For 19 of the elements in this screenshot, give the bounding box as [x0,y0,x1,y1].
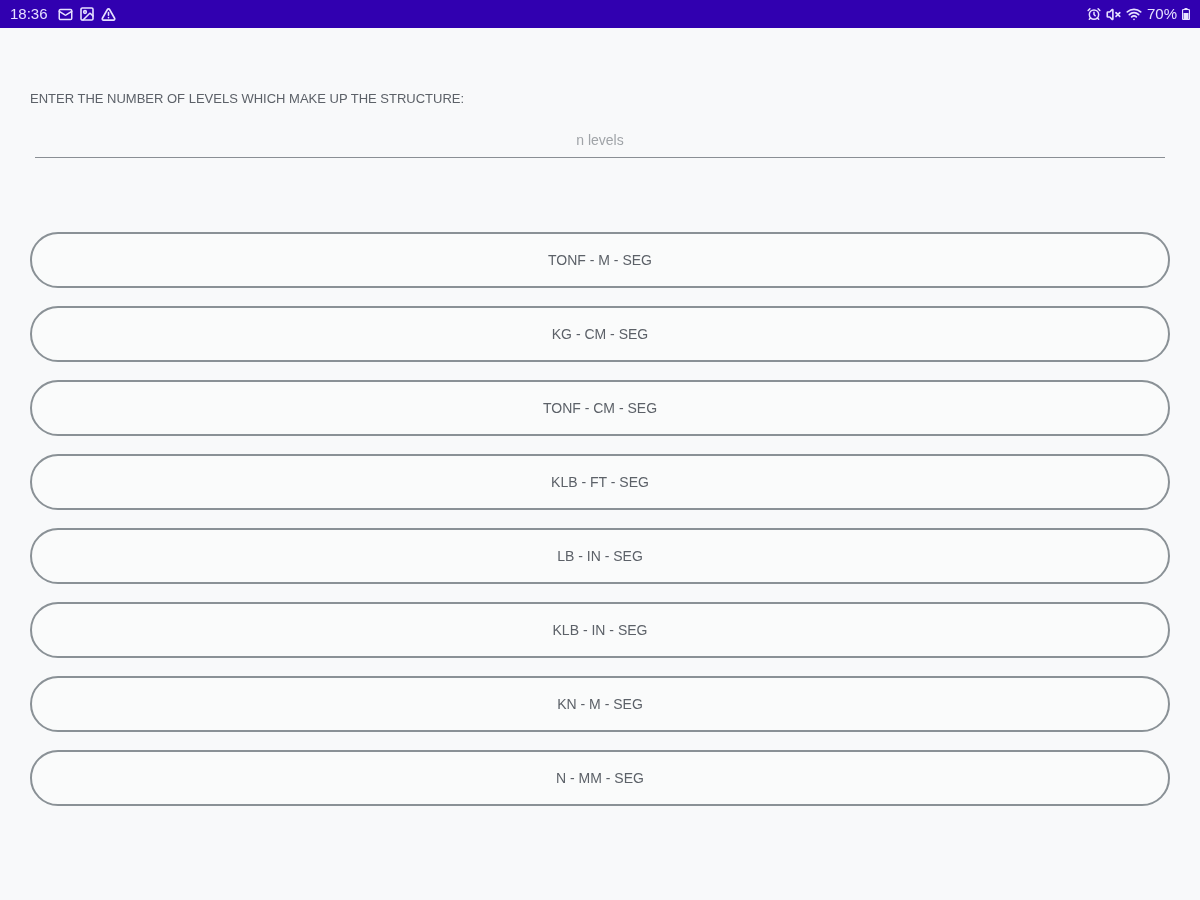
picture-icon [78,6,95,22]
unit-system-button[interactable]: TONF - M - SEG [30,232,1170,288]
unit-system-button[interactable]: KN - M - SEG [30,676,1170,732]
clock-time: 18:36 [10,3,48,24]
battery-percent: 70% [1146,3,1177,24]
unit-system-button[interactable]: KLB - FT - SEG [30,454,1170,510]
mute-icon [1105,6,1121,22]
alarm-icon [1086,7,1101,21]
mail-icon [57,6,73,22]
unit-system-button[interactable]: TONF - CM - SEG [30,380,1170,436]
unit-system-button[interactable]: KG - CM - SEG [30,306,1170,362]
unit-system-button[interactable]: KLB - IN - SEG [30,602,1170,658]
battery-icon [1182,8,1190,20]
levels-prompt: ENTER THE NUMBER OF LEVELS WHICH MAKE UP THE STRUCTURE: [30,91,465,107]
unit-system-button[interactable]: N - MM - SEG [30,750,1170,806]
levels-input-field[interactable]: n levels [35,130,1165,158]
warning-icon [100,6,116,22]
wifi-icon [1125,6,1142,22]
unit-system-button[interactable]: LB - IN - SEG [30,528,1170,584]
